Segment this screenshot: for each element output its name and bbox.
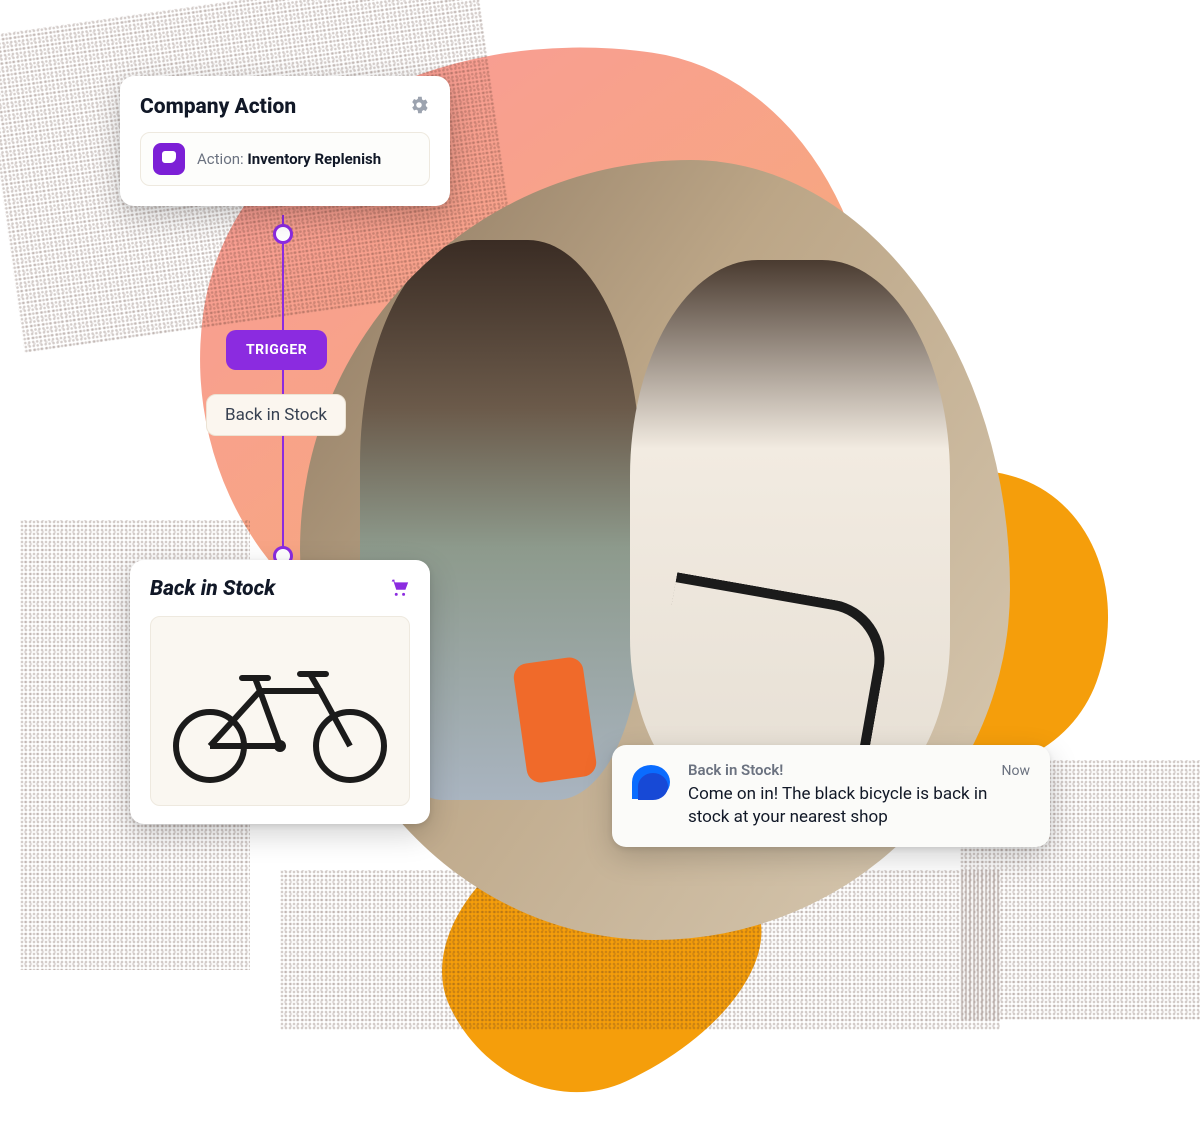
- trigger-badge[interactable]: TRIGGER: [226, 330, 327, 370]
- notification-time: Now: [1002, 763, 1031, 779]
- cart-icon[interactable]: [388, 576, 410, 602]
- back-in-stock-title: Back in Stock: [150, 577, 275, 601]
- trigger-label[interactable]: Back in Stock: [206, 394, 346, 436]
- action-row[interactable]: Action: Inventory Replenish: [140, 132, 430, 186]
- action-text: Action: Inventory Replenish: [197, 150, 381, 168]
- notification-card[interactable]: Back in Stock! Now Come on in! The black…: [612, 745, 1050, 847]
- messages-icon: [632, 765, 674, 807]
- notification-message: Come on in! The black bicycle is back in…: [688, 783, 1030, 829]
- back-in-stock-card: Back in Stock: [130, 560, 430, 824]
- notification-title: Back in Stock!: [688, 761, 783, 779]
- company-action-card: Company Action Action: Inventory Repleni…: [120, 76, 450, 206]
- flow-node: [273, 224, 293, 244]
- company-action-title: Company Action: [140, 95, 296, 119]
- chat-icon: [153, 143, 185, 175]
- gear-icon[interactable]: [408, 94, 430, 120]
- bicycle-icon: [160, 636, 400, 786]
- product-image: [150, 616, 410, 806]
- flow-connector: [282, 215, 284, 563]
